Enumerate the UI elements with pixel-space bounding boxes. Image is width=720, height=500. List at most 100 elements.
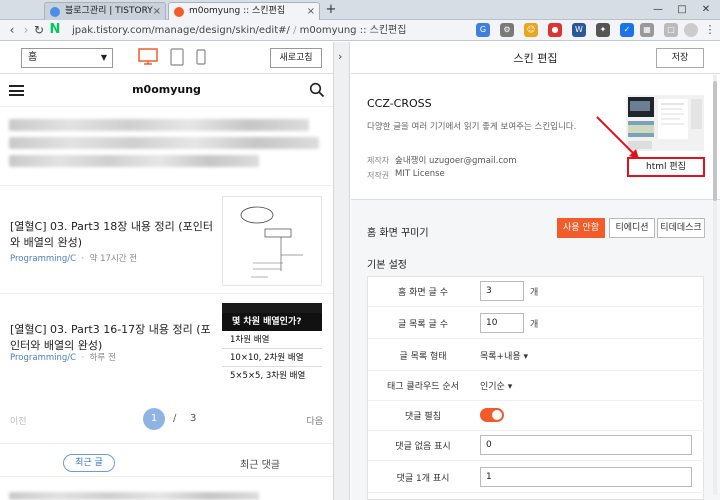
setting-label: 홈 화면 글 수: [398, 288, 448, 298]
translate-icon[interactable]: G: [476, 23, 490, 37]
extension-icon[interactable]: ●: [548, 23, 562, 37]
setting-row: 태그 클라우드 순서 인기순 ▾: [368, 371, 705, 401]
pocket-icon[interactable]: ✓: [620, 23, 634, 37]
avatar[interactable]: [684, 23, 698, 37]
basic-settings-table: 홈 화면 글 수 3 개 글 목록 글 수 10 개 글 목록 형태 목록+내용…: [367, 276, 705, 500]
divider: [0, 185, 333, 186]
tab-title: 블로그관리 | TISTORY: [65, 6, 153, 16]
html-edit-button[interactable]: html 편집: [627, 157, 705, 177]
unit-label: 개: [530, 288, 539, 298]
setting-label: 댓글 1개 표시: [396, 474, 450, 484]
refresh-button[interactable]: 새로고침: [270, 48, 322, 68]
setting-label: 댓글 펼침: [405, 412, 441, 422]
pagination: 이전 1 / 3 다음: [0, 408, 333, 432]
author-label: 제작자: [367, 156, 390, 165]
setting-label: 댓글 없음 표시: [395, 442, 451, 452]
save-button[interactable]: 저장: [656, 48, 704, 68]
license-label: 저작권: [367, 171, 390, 180]
skin-info-panel: CCZ-CROSS 다양한 글을 여러 기기에서 읽기 좋게 보여주는 스킨입니…: [351, 75, 720, 200]
home-screen-settings: 홈 화면 꾸미기 사용 안함 티에디션 티데데스크 기본 설정 홈 화면 글 수…: [351, 200, 720, 500]
setting-label: 글 목록 글 수: [398, 320, 448, 330]
thumbnail-top-band: [222, 303, 322, 313]
browser-tab-skin-edit[interactable]: m0omyung :: 스킨편집 ×: [168, 2, 320, 20]
blurred-text: [9, 492, 259, 500]
editor-scrollbar[interactable]: [712, 75, 718, 495]
thumbnail-heading: 몇 차원 배열인가?: [222, 313, 322, 331]
post-meta: Programming/C · 약 17시간 전: [10, 254, 138, 264]
post-thumbnail[interactable]: [222, 196, 322, 286]
new-tab-button[interactable]: +: [322, 2, 340, 19]
tistory-favicon-icon: [174, 7, 184, 17]
address-bar-row: ‹ › ↻ N jpak.tistory.com/manage/design/s…: [0, 20, 720, 41]
current-page[interactable]: 1: [143, 408, 165, 430]
editor-header: 스킨 편집 저장: [351, 42, 720, 74]
thumbnail-line: 10×10, 2차원 배열: [222, 349, 322, 367]
post-title[interactable]: [열혈C] 03. Part3 16-17장 내용 정리 (포인터와 배열의 완…: [10, 322, 215, 354]
minimize-icon[interactable]: —: [646, 0, 670, 20]
blog-preview: m0omyung [열혈C] 03. Part3 18장 내용 정리 (포인터와…: [0, 75, 333, 500]
blog-header: m0omyung: [0, 75, 333, 107]
post-meta: Programming/C · 하루 전: [10, 353, 116, 363]
setting-row: 홈 화면 글 수 3 개: [368, 277, 705, 307]
post-title[interactable]: [열혈C] 03. Part3 18장 내용 정리 (포인터와 배열의 완성): [10, 219, 215, 251]
one-comment-text-input[interactable]: 1: [480, 467, 692, 487]
red-arrow-annotation: [596, 116, 639, 159]
option-none-button[interactable]: 사용 안함: [557, 218, 605, 238]
sidebar-tabs: 최근 글 최근 댓글: [0, 443, 333, 477]
url-field[interactable]: jpak.tistory.com/manage/design/skin/edit…: [72, 23, 442, 38]
post-time: 하루 전: [89, 353, 116, 363]
word-icon[interactable]: W: [572, 23, 586, 37]
prev-page-link[interactable]: 이전: [10, 414, 27, 427]
emoji-icon[interactable]: ☺: [524, 23, 538, 37]
section-title: 홈 화면 꾸미기: [367, 228, 429, 239]
mobile-view-icon[interactable]: [196, 49, 206, 65]
setting-row: 글 목록 글 수 10 개: [368, 309, 705, 339]
next-page-link[interactable]: 다음: [306, 414, 323, 427]
extension-icon[interactable]: ▦: [640, 23, 654, 37]
naver-logo-icon: N: [49, 22, 61, 37]
tab-recent-posts[interactable]: 최근 글: [63, 454, 115, 472]
close-tab-icon[interactable]: ×: [307, 3, 315, 20]
setting-label: 글 목록 형태: [399, 352, 447, 362]
tag-cloud-order-dropdown[interactable]: 인기순 ▾: [480, 379, 512, 392]
page-select[interactable]: 홈 ▼: [21, 48, 113, 68]
search-icon[interactable]: [309, 82, 325, 98]
close-window-icon[interactable]: ✕: [694, 0, 718, 20]
post-thumbnail[interactable]: 몇 차원 배열인가? 1차원 배열 10×10, 2차원 배열 5×5×5, 3…: [222, 303, 322, 385]
post-time: 약 17시간 전: [89, 254, 138, 264]
extension-icon[interactable]: ⚙: [500, 23, 514, 37]
browser-tab-blog-admin[interactable]: 블로그관리 | TISTORY ×: [44, 2, 166, 20]
home-post-count-input[interactable]: 3: [480, 281, 524, 301]
chevron-right-icon[interactable]: ›: [338, 50, 342, 63]
blog-title[interactable]: m0omyung: [0, 83, 333, 96]
extension-icon[interactable]: □: [664, 23, 678, 37]
list-style-dropdown[interactable]: 목록+내용 ▾: [480, 349, 528, 362]
browser-tab-bar: 블로그관리 | TISTORY × m0omyung :: 스킨편집 × + —…: [0, 0, 720, 20]
unit-label: 개: [530, 320, 539, 330]
setting-row: 댓글 없음 표시 0: [368, 431, 705, 461]
post-category[interactable]: Programming/C: [10, 254, 76, 264]
desktop-view-icon[interactable]: [138, 48, 158, 66]
page-separator: /: [173, 413, 177, 424]
tablet-view-icon[interactable]: [170, 48, 184, 66]
tistory-favicon-icon: [50, 7, 60, 17]
divider: [0, 293, 333, 294]
reload-icon[interactable]: ↻: [31, 22, 47, 38]
setting-row: 댓글 펼침: [368, 401, 705, 431]
no-comment-text-input[interactable]: 0: [480, 435, 692, 455]
option-t-desk-button[interactable]: 티데데스크: [657, 218, 705, 238]
option-t-edition-button[interactable]: 티에디션: [609, 218, 655, 238]
list-post-count-input[interactable]: 10: [480, 313, 524, 333]
license-value: MIT License: [395, 169, 445, 179]
setting-row: 댓글 1개 표시 1: [368, 463, 705, 493]
comment-expand-toggle[interactable]: [480, 408, 504, 422]
pane-divider[interactable]: ›: [333, 42, 350, 500]
section-title: 기본 설정: [367, 260, 407, 271]
post-category[interactable]: Programming/C: [10, 353, 76, 363]
close-tab-icon[interactable]: ×: [153, 3, 161, 20]
puzzle-icon[interactable]: ✦: [596, 23, 610, 37]
skin-name: CCZ-CROSS: [367, 97, 432, 110]
maximize-icon[interactable]: □: [670, 0, 694, 20]
menu-icon[interactable]: ⋮: [703, 23, 717, 37]
tab-recent-comments[interactable]: 최근 댓글: [240, 456, 280, 471]
